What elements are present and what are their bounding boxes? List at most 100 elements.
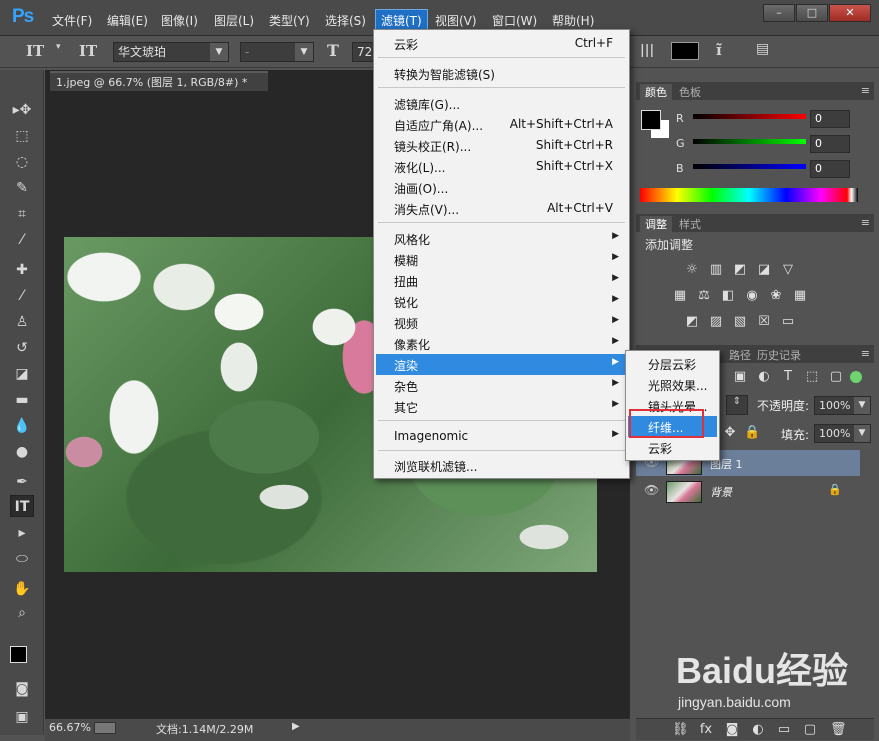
- layer-filter-toggle[interactable]: [850, 371, 862, 383]
- posterize-icon[interactable]: ▨: [708, 314, 724, 330]
- move-tool-icon[interactable]: ▸✥: [10, 99, 34, 121]
- maximize-button[interactable]: □: [796, 4, 828, 22]
- blue-channel-input[interactable]: 0: [810, 160, 850, 178]
- layer-row[interactable]: 👁 背景 🔒: [636, 478, 860, 504]
- font-style-select[interactable]: - ▼: [240, 42, 314, 62]
- filter-adjustment-layer-icon[interactable]: ◐: [756, 369, 772, 385]
- color-balance-icon[interactable]: ⚖: [696, 288, 712, 304]
- menu-edit[interactable]: 编辑(E): [107, 12, 148, 29]
- menu-help[interactable]: 帮助(H): [552, 12, 594, 29]
- red-channel-slider[interactable]: [693, 114, 806, 119]
- submenu-item-clouds[interactable]: 云彩: [628, 437, 717, 458]
- quick-mask-icon[interactable]: ◙: [10, 678, 34, 700]
- filter-type-layer-icon[interactable]: T: [780, 369, 796, 385]
- document-tab[interactable]: 1.jpeg @ 66.7% (图层 1, RGB/8#) *: [50, 71, 268, 91]
- path-selection-tool-icon[interactable]: ▸: [10, 522, 34, 544]
- clone-stamp-tool-icon[interactable]: ♙: [10, 311, 34, 333]
- color-spectrum-bar[interactable]: [640, 188, 858, 202]
- invert-icon[interactable]: ◩: [684, 314, 700, 330]
- visibility-eye-icon[interactable]: 👁: [644, 483, 659, 497]
- warp-text-icon[interactable]: ɪ̃: [716, 41, 722, 59]
- tab-history[interactable]: 历史记录: [752, 347, 806, 363]
- crop-tool-icon[interactable]: ⌗: [10, 203, 34, 225]
- menu-item-adaptive-wide-angle[interactable]: 自适应广角(A)... Alt+Shift+Ctrl+A: [376, 114, 627, 135]
- menu-item-blur[interactable]: 模糊 ▶: [376, 249, 627, 270]
- lasso-tool-icon[interactable]: ◌: [10, 151, 34, 173]
- zoom-tool-icon[interactable]: ⌕: [10, 602, 34, 624]
- black-white-icon[interactable]: ◧: [720, 288, 736, 304]
- levels-icon[interactable]: ▥: [708, 262, 724, 278]
- menu-item-imagenomic[interactable]: Imagenomic ▶: [376, 426, 627, 447]
- blur-tool-icon[interactable]: 💧: [10, 415, 34, 437]
- menu-view[interactable]: 视图(V): [435, 12, 477, 29]
- type-tool-icon[interactable]: IT: [10, 495, 34, 517]
- status-menu-arrow-icon[interactable]: ▶: [292, 721, 300, 732]
- menu-item-distort[interactable]: 扭曲 ▶: [376, 270, 627, 291]
- healing-brush-tool-icon[interactable]: ✚: [10, 259, 34, 281]
- brush-tool-icon[interactable]: ⁄: [10, 285, 34, 307]
- foreground-color-swatch[interactable]: [10, 646, 27, 663]
- curves-icon[interactable]: ◩: [732, 262, 748, 278]
- menu-item-lens-correction[interactable]: 镜头校正(R)... Shift+Ctrl+R: [376, 135, 627, 156]
- menu-item-sharpen[interactable]: 锐化 ▶: [376, 291, 627, 312]
- filter-shape-layer-icon[interactable]: ⬚: [804, 369, 820, 385]
- menu-item-filter-gallery[interactable]: 滤镜库(G)...: [376, 93, 627, 114]
- panel-menu-icon[interactable]: ≡: [861, 347, 870, 360]
- blend-mode-select[interactable]: ⇕: [726, 395, 748, 415]
- hue-saturation-icon[interactable]: ▦: [672, 288, 688, 304]
- menu-item-browse-filters-online[interactable]: 浏览联机滤镜...: [376, 455, 627, 476]
- pen-tool-icon[interactable]: ✒: [10, 471, 34, 493]
- selective-color-icon[interactable]: ☒: [756, 314, 772, 330]
- opacity-input[interactable]: 100% ▼: [814, 396, 871, 415]
- menu-item-other[interactable]: 其它 ▶: [376, 396, 627, 417]
- menu-item-convert-smart-filter[interactable]: 转换为智能滤镜(S): [376, 63, 627, 84]
- submenu-item-difference-clouds[interactable]: 分层云彩: [628, 353, 717, 374]
- channel-mixer-icon[interactable]: ❀: [768, 288, 784, 304]
- tab-styles[interactable]: 样式: [674, 216, 706, 232]
- menu-type[interactable]: 类型(Y): [269, 12, 310, 29]
- panel-menu-icon[interactable]: ≡: [861, 84, 870, 97]
- font-size-input[interactable]: 72: [352, 42, 374, 62]
- close-button[interactable]: ✕: [829, 4, 871, 22]
- minimize-button[interactable]: –: [763, 4, 795, 22]
- text-color-swatch[interactable]: [671, 42, 699, 60]
- gradient-tool-icon[interactable]: ▬: [10, 389, 34, 411]
- menu-item-noise[interactable]: 杂色 ▶: [376, 375, 627, 396]
- vibrance-icon[interactable]: ▽: [780, 262, 796, 278]
- menu-window[interactable]: 窗口(W): [492, 12, 537, 29]
- brightness-contrast-icon[interactable]: ☼: [684, 262, 700, 278]
- color-foreground-swatch[interactable]: [641, 110, 661, 130]
- zoom-level[interactable]: 66.67%: [49, 721, 91, 734]
- panel-menu-icon[interactable]: ≡: [861, 216, 870, 229]
- lock-all-icon[interactable]: 🔒: [744, 425, 760, 441]
- menu-image[interactable]: 图像(I): [161, 12, 198, 29]
- eyedropper-tool-icon[interactable]: ⁄: [10, 229, 34, 251]
- blue-channel-slider[interactable]: [693, 164, 806, 169]
- menu-item-liquify[interactable]: 液化(L)... Shift+Ctrl+X: [376, 156, 627, 177]
- menu-item-video[interactable]: 视频 ▶: [376, 312, 627, 333]
- menu-item-pixelate[interactable]: 像素化 ▶: [376, 333, 627, 354]
- tab-color[interactable]: 颜色: [640, 84, 672, 100]
- font-family-select[interactable]: 华文琥珀 ▼: [113, 42, 229, 62]
- menu-select[interactable]: 选择(S): [325, 12, 366, 29]
- character-panel-icon[interactable]: ▤: [756, 41, 769, 57]
- ellipse-tool-icon[interactable]: ⬭: [10, 548, 34, 570]
- menu-item-oil-paint[interactable]: 油画(O)...: [376, 177, 627, 198]
- fill-input[interactable]: 100% ▼: [814, 424, 871, 443]
- hand-tool-icon[interactable]: ✋: [10, 578, 34, 600]
- dodge-tool-icon[interactable]: ●: [10, 441, 34, 463]
- menu-file[interactable]: 文件(F): [52, 12, 92, 29]
- marquee-tool-icon[interactable]: ⬚: [10, 125, 34, 147]
- menu-item-vanishing-point[interactable]: 消失点(V)... Alt+Ctrl+V: [376, 198, 627, 219]
- menu-item-last-filter[interactable]: 云彩 Ctrl+F: [376, 33, 627, 54]
- filter-smart-object-icon[interactable]: ▢: [828, 369, 844, 385]
- lock-position-icon[interactable]: ✥: [722, 425, 738, 441]
- filter-pixel-layer-icon[interactable]: ▣: [732, 369, 748, 385]
- menu-item-stylize[interactable]: 风格化 ▶: [376, 228, 627, 249]
- green-channel-input[interactable]: 0: [810, 135, 850, 153]
- red-channel-input[interactable]: 0: [810, 110, 850, 128]
- eraser-tool-icon[interactable]: ◪: [10, 363, 34, 385]
- color-lookup-icon[interactable]: ▦: [792, 288, 808, 304]
- submenu-item-lighting-effects[interactable]: 光照效果...: [628, 374, 717, 395]
- menu-layer[interactable]: 图层(L): [214, 12, 254, 29]
